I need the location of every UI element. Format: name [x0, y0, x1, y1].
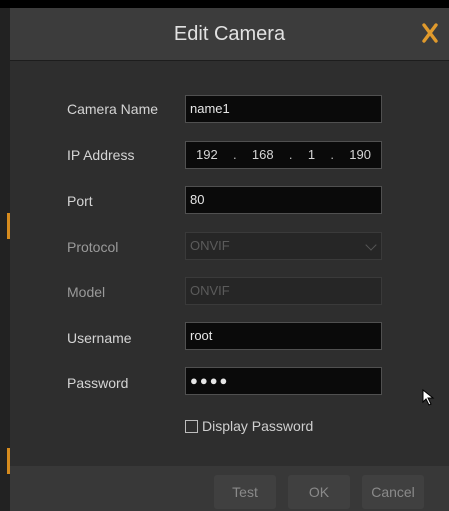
ip-octet-4[interactable]: 190 — [349, 142, 371, 168]
ip-address-input[interactable]: 192 . 168 . 1 . 190 — [185, 141, 382, 169]
chevron-down-icon — [365, 239, 377, 251]
display-password-checkbox[interactable] — [185, 419, 198, 433]
test-button[interactable]: Test — [214, 475, 276, 509]
model-label: Model — [67, 284, 106, 300]
protocol-label: Protocol — [67, 239, 119, 255]
ok-button[interactable]: OK — [288, 475, 350, 509]
left-edge — [0, 8, 10, 511]
ip-separator: . — [233, 147, 237, 162]
camera-name-input[interactable]: name1 — [185, 95, 382, 123]
ip-octet-3[interactable]: 1 — [308, 142, 315, 168]
username-label: Username — [67, 330, 132, 346]
password-mask: ●●●● — [190, 373, 230, 388]
dialog-title: Edit Camera — [173, 23, 286, 45]
ip-address-label: IP Address — [67, 147, 135, 163]
model-input: ONVIF — [185, 277, 382, 305]
port-input[interactable]: 80 — [185, 186, 382, 214]
ip-octet-1[interactable]: 192 — [196, 142, 218, 168]
dialog-titlebar: Edit Camera — [10, 8, 449, 61]
password-input[interactable]: ●●●● — [185, 367, 382, 395]
ip-octet-2[interactable]: 168 — [252, 142, 274, 168]
ip-separator: . — [330, 147, 334, 162]
camera-name-label: Camera Name — [67, 101, 159, 117]
top-border — [0, 0, 449, 8]
cancel-button[interactable]: Cancel — [362, 475, 424, 509]
port-label: Port — [67, 193, 93, 209]
close-icon[interactable] — [417, 18, 443, 48]
display-password-toggle[interactable]: Display Password — [185, 418, 313, 434]
mouse-pointer-icon — [422, 388, 436, 412]
password-label: Password — [67, 375, 129, 391]
username-input[interactable]: root — [185, 322, 382, 350]
protocol-value: ONVIF — [190, 238, 230, 253]
ip-separator: . — [288, 147, 293, 162]
display-password-label: Display Password — [202, 418, 314, 434]
protocol-select: ONVIF — [185, 232, 382, 260]
edit-camera-dialog: Edit Camera Camera Name name1 IP Address… — [0, 0, 449, 511]
